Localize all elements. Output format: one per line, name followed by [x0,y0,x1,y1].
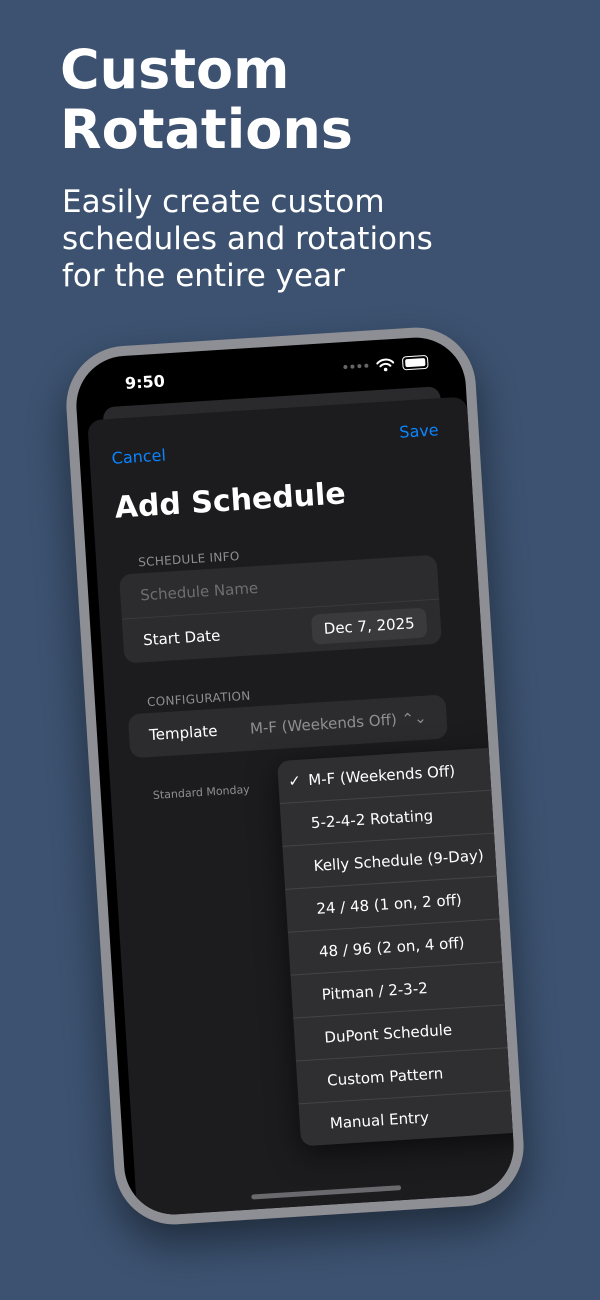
checkmark-icon: ✓ [287,771,302,791]
start-date-picker[interactable]: Dec 7, 2025 [310,607,428,645]
template-dropdown-menu: ✓ M-F (Weekends Off) 5-2-4-2 Rotating Ke… [277,746,517,1147]
status-time: 9:50 [124,371,166,393]
menu-item-label: 24 / 48 (1 on, 2 off) [315,890,463,918]
template-label: Template [148,721,219,745]
menu-item-label: Kelly Schedule (9-Day) [313,846,485,875]
hero-subtitle: Easily create custom schedules and rotat… [62,184,433,294]
menu-item-label: M-F (Weekends Off) [307,761,456,790]
configuration-footnote: Standard Monday [152,782,251,802]
schedule-info-group: Start Date Dec 7, 2025 [119,554,442,664]
battery-icon [401,354,429,371]
menu-item-label: Manual Entry [329,1108,430,1133]
home-indicator[interactable] [251,1185,402,1200]
section-header-configuration: CONFIGURATION [146,688,251,710]
start-date-label: Start Date [142,626,221,650]
cancel-button[interactable]: Cancel [111,445,166,467]
add-schedule-sheet: Cancel Save Add Schedule SCHEDULE INFO S… [87,396,517,1217]
section-header-schedule-info: SCHEDULE INFO [137,549,241,570]
phone-mockup: 9:50 Cancel Save Add Schedule SCHEDULE I… [62,323,528,1229]
template-picker-value[interactable]: M-F (Weekends Off) ⌃⌄ [249,709,427,738]
status-indicators [343,354,429,374]
menu-item-label: 5-2-4-2 Rotating [310,806,434,833]
phone-screen: 9:50 Cancel Save Add Schedule SCHEDULE I… [73,334,517,1218]
menu-item-label: DuPont Schedule [323,1020,453,1047]
menu-item-label: Pitman / 2-3-2 [321,979,429,1004]
menu-item-label: Custom Pattern [326,1064,444,1090]
page-title: Add Schedule [113,476,347,526]
cellular-signal-icon [343,363,369,370]
app-store-screenshot: Custom Rotations Easily create custom sc… [0,0,600,1300]
save-button[interactable]: Save [399,420,439,441]
menu-item-label: 48 / 96 (2 on, 4 off) [318,933,465,961]
schedule-name-input[interactable] [139,565,419,608]
hero-title: Custom Rotations [60,38,353,161]
wifi-icon [376,358,395,371]
